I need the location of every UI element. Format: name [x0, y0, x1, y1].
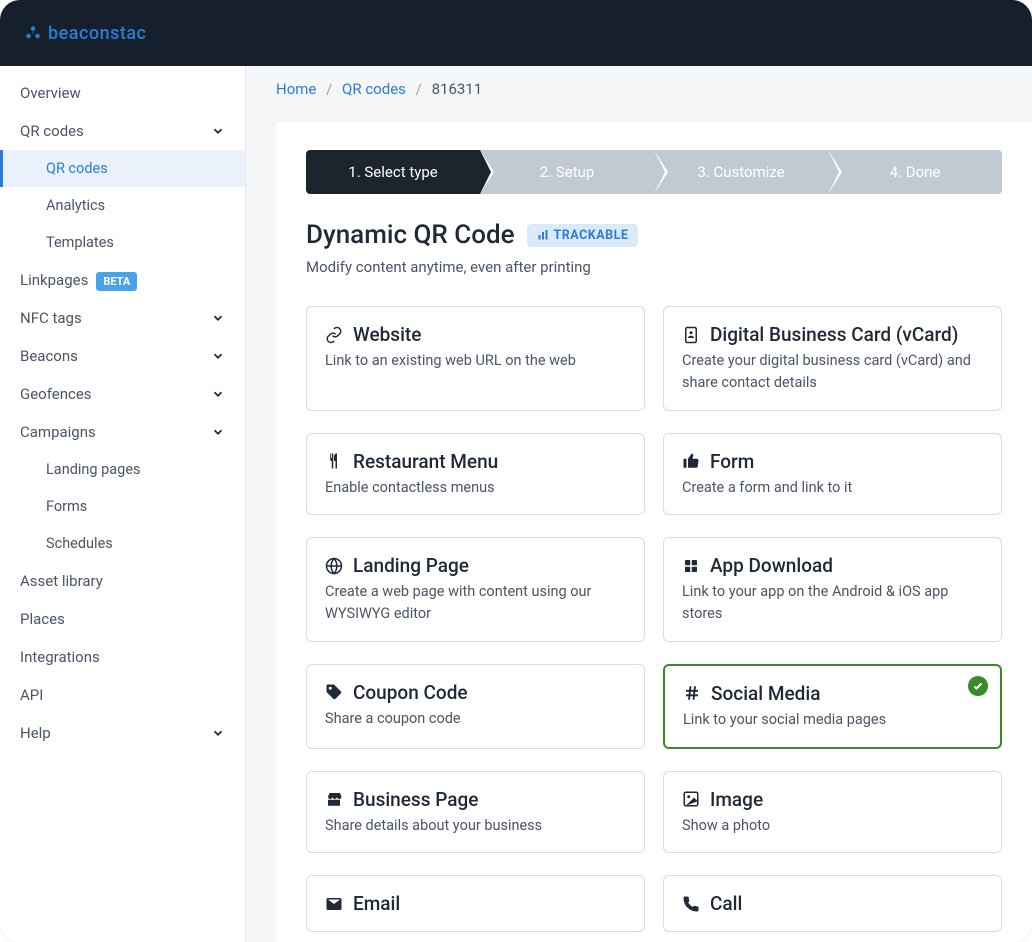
breadcrumb-home[interactable]: Home: [276, 80, 316, 98]
chevron-up-icon: [211, 124, 225, 138]
panel: 1. Select type 2. Setup 3. Customize 4. …: [276, 122, 1032, 942]
nav-geofences[interactable]: Geofences: [0, 375, 245, 413]
chevron-down-icon: [211, 311, 225, 325]
chevron-up-icon: [211, 425, 225, 439]
nav-asset-library[interactable]: Asset library: [0, 562, 245, 600]
chevron-down-icon: [211, 387, 225, 401]
thumbs-up-icon: [682, 452, 700, 470]
step-setup[interactable]: 2. Setup: [480, 150, 654, 194]
card-call[interactable]: Call: [663, 875, 1002, 932]
link-icon: [325, 326, 343, 344]
breadcrumb-qr[interactable]: QR codes: [342, 80, 406, 98]
card-website[interactable]: Website Link to an existing web URL on t…: [306, 306, 645, 411]
card-landing-page[interactable]: Landing Page Create a web page with cont…: [306, 537, 645, 642]
nav-analytics[interactable]: Analytics: [0, 187, 245, 224]
page-title: Dynamic QR Code TRACKABLE: [306, 220, 1002, 250]
nav-qr-codes[interactable]: QR codes: [0, 112, 245, 150]
brand-logo[interactable]: beaconstac: [24, 23, 146, 44]
card-app-download[interactable]: App Download Link to your app on the And…: [663, 537, 1002, 642]
nav-qr-codes-sub[interactable]: QR codes: [0, 150, 245, 187]
chevron-down-icon: [211, 726, 225, 740]
sidebar: Overview QR codes QR codes Analytics Tem…: [0, 66, 246, 942]
tag-icon: [325, 683, 343, 701]
logo-icon: [24, 24, 42, 42]
stepper: 1. Select type 2. Setup 3. Customize 4. …: [306, 150, 1002, 194]
nav-linkpages[interactable]: LinkpagesBETA: [0, 261, 245, 299]
nav-templates[interactable]: Templates: [0, 224, 245, 261]
card-vcard[interactable]: Digital Business Card (vCard) Create you…: [663, 306, 1002, 411]
nav-forms[interactable]: Forms: [0, 488, 245, 525]
store-icon: [325, 790, 343, 808]
nav-schedules[interactable]: Schedules: [0, 525, 245, 562]
step-customize[interactable]: 3. Customize: [654, 150, 828, 194]
app-icon: [682, 557, 700, 575]
nav-places[interactable]: Places: [0, 600, 245, 638]
step-select-type[interactable]: 1. Select type: [306, 150, 480, 194]
nav-landing-pages[interactable]: Landing pages: [0, 451, 245, 488]
nav-help[interactable]: Help: [0, 714, 245, 752]
globe-icon: [325, 557, 343, 575]
beta-badge: BETA: [96, 272, 137, 291]
card-social-media[interactable]: Social Media Link to your social media p…: [663, 664, 1002, 749]
nav-beacons[interactable]: Beacons: [0, 337, 245, 375]
top-bar: beaconstac: [0, 0, 1032, 66]
nav-overview[interactable]: Overview: [0, 74, 245, 112]
card-restaurant-menu[interactable]: Restaurant Menu Enable contactless menus: [306, 433, 645, 516]
chart-icon: [537, 229, 549, 241]
nav-api[interactable]: API: [0, 676, 245, 714]
page-subtitle: Modify content anytime, even after print…: [306, 258, 1002, 276]
phone-icon: [682, 895, 700, 913]
card-image[interactable]: Image Show a photo: [663, 771, 1002, 854]
brand-text: beaconstac: [48, 23, 146, 44]
envelope-icon: [325, 895, 343, 913]
chevron-down-icon: [211, 349, 225, 363]
hash-icon: [683, 684, 701, 702]
nav-nfc-tags[interactable]: NFC tags: [0, 299, 245, 337]
check-badge: [968, 676, 988, 696]
trackable-badge: TRACKABLE: [527, 224, 639, 247]
breadcrumb: Home / QR codes / 816311: [246, 66, 1032, 112]
image-icon: [682, 790, 700, 808]
type-grid: Website Link to an existing web URL on t…: [306, 306, 1002, 932]
card-business-page[interactable]: Business Page Share details about your b…: [306, 771, 645, 854]
check-icon: [972, 680, 984, 692]
card-email[interactable]: Email: [306, 875, 645, 932]
utensils-icon: [325, 452, 343, 470]
card-coupon-code[interactable]: Coupon Code Share a coupon code: [306, 664, 645, 749]
main-content: Home / QR codes / 816311 1. Select type …: [246, 66, 1032, 942]
step-done[interactable]: 4. Done: [828, 150, 1002, 194]
nav-integrations[interactable]: Integrations: [0, 638, 245, 676]
id-card-icon: [682, 326, 700, 344]
nav-campaigns[interactable]: Campaigns: [0, 413, 245, 451]
card-form[interactable]: Form Create a form and link to it: [663, 433, 1002, 516]
breadcrumb-id: 816311: [432, 80, 483, 98]
app-window: beaconstac Overview QR codes QR codes An…: [0, 0, 1032, 942]
